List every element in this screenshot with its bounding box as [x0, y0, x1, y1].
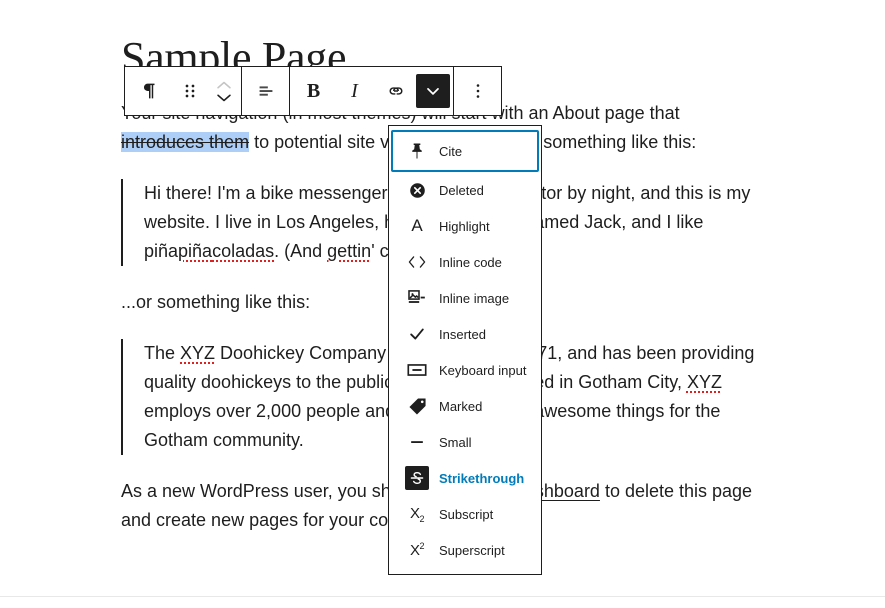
menu-item-label: Inserted — [439, 326, 486, 342]
spell-coladas: coladas — [212, 241, 275, 261]
quote1-line3b: . (And — [274, 241, 328, 261]
ellipsis-vertical-icon[interactable] — [457, 67, 498, 115]
move-up-icon — [217, 81, 231, 88]
menu-item-label: Small — [439, 434, 472, 450]
strikethrough-icon — [405, 466, 429, 490]
menu-item-small[interactable]: Small — [391, 424, 539, 460]
chevron-down-icon[interactable] — [416, 74, 450, 108]
menu-item-label: Deleted — [439, 182, 484, 198]
menu-item-label: Strikethrough — [439, 470, 525, 486]
menu-item-superscript[interactable]: X2 Superscript — [391, 532, 539, 568]
menu-item-highlight[interactable]: A Highlight — [391, 208, 539, 244]
menu-item-label: Subscript — [439, 506, 494, 522]
menu-item-label: Superscript — [439, 542, 505, 558]
menu-item-label: Cite — [439, 143, 463, 159]
menu-item-deleted[interactable]: Deleted — [391, 172, 539, 208]
menu-item-label: Keyboard input — [439, 362, 527, 378]
letter-a-icon: A — [411, 216, 423, 235]
spell-pina: piña — [178, 241, 213, 261]
menu-item-label: Highlight — [439, 218, 490, 234]
inline-image-icon — [405, 286, 429, 310]
superscript-icon: X2 — [409, 541, 425, 559]
toolbar-group-format: B I — [290, 67, 454, 115]
menu-item-subscript[interactable]: X2 Subscript — [391, 496, 539, 532]
link-icon[interactable] — [375, 67, 416, 115]
keyboard-icon — [405, 358, 429, 382]
editor-screen: Sample Page Your site navigation (in mos… — [0, 0, 885, 608]
block-toolbar[interactable]: B I — [124, 66, 502, 116]
menu-item-inserted[interactable]: Inserted — [391, 316, 539, 352]
menu-item-cite[interactable]: Cite — [391, 130, 539, 172]
menu-item-marked[interactable]: Marked — [391, 388, 539, 424]
menu-item-keyboard-input[interactable]: Keyboard input — [391, 352, 539, 388]
tag-icon — [405, 394, 429, 418]
close-circle-icon — [405, 178, 429, 202]
toolbar-group-align — [242, 67, 290, 115]
angle-brackets-icon — [405, 250, 429, 274]
paragraph-icon[interactable] — [128, 67, 169, 115]
italic-icon[interactable]: I — [334, 67, 375, 115]
menu-item-label: Inline code — [439, 254, 502, 270]
toolbar-group-options — [454, 67, 501, 115]
closing-part-2: to delete this page — [599, 481, 753, 501]
more-formats-menu[interactable]: Cite Deleted A Highlight Inline code Inl… — [388, 125, 542, 575]
minus-icon — [405, 430, 429, 454]
subscript-icon: X2 — [409, 504, 425, 524]
spell-xyz-1: XYZ — [180, 343, 216, 363]
menu-item-label: Inline image — [439, 290, 510, 306]
menu-item-inline-code[interactable]: Inline code — [391, 244, 539, 280]
align-left-icon[interactable] — [245, 67, 286, 115]
quote2-line4: Gotham community. — [144, 430, 304, 450]
move-arrows-icon[interactable] — [210, 67, 238, 115]
spell-gettin: gettin — [327, 241, 372, 261]
menu-item-strikethrough[interactable]: Strikethrough — [391, 460, 539, 496]
menu-item-inline-image[interactable]: Inline image — [391, 280, 539, 316]
spell-xyz-2: XYZ — [686, 372, 722, 392]
check-icon — [405, 322, 429, 346]
quote2-line1a: The — [144, 343, 181, 363]
menu-item-label: Marked — [439, 398, 483, 414]
bold-icon[interactable]: B — [293, 67, 334, 115]
intro-line-2-pre: that — [649, 103, 680, 123]
selected-text[interactable]: introduces them — [121, 132, 250, 152]
pin-icon — [405, 139, 429, 163]
move-down-icon — [217, 94, 231, 101]
drag-handle-icon[interactable] — [169, 67, 210, 115]
toolbar-group-block — [125, 67, 242, 115]
